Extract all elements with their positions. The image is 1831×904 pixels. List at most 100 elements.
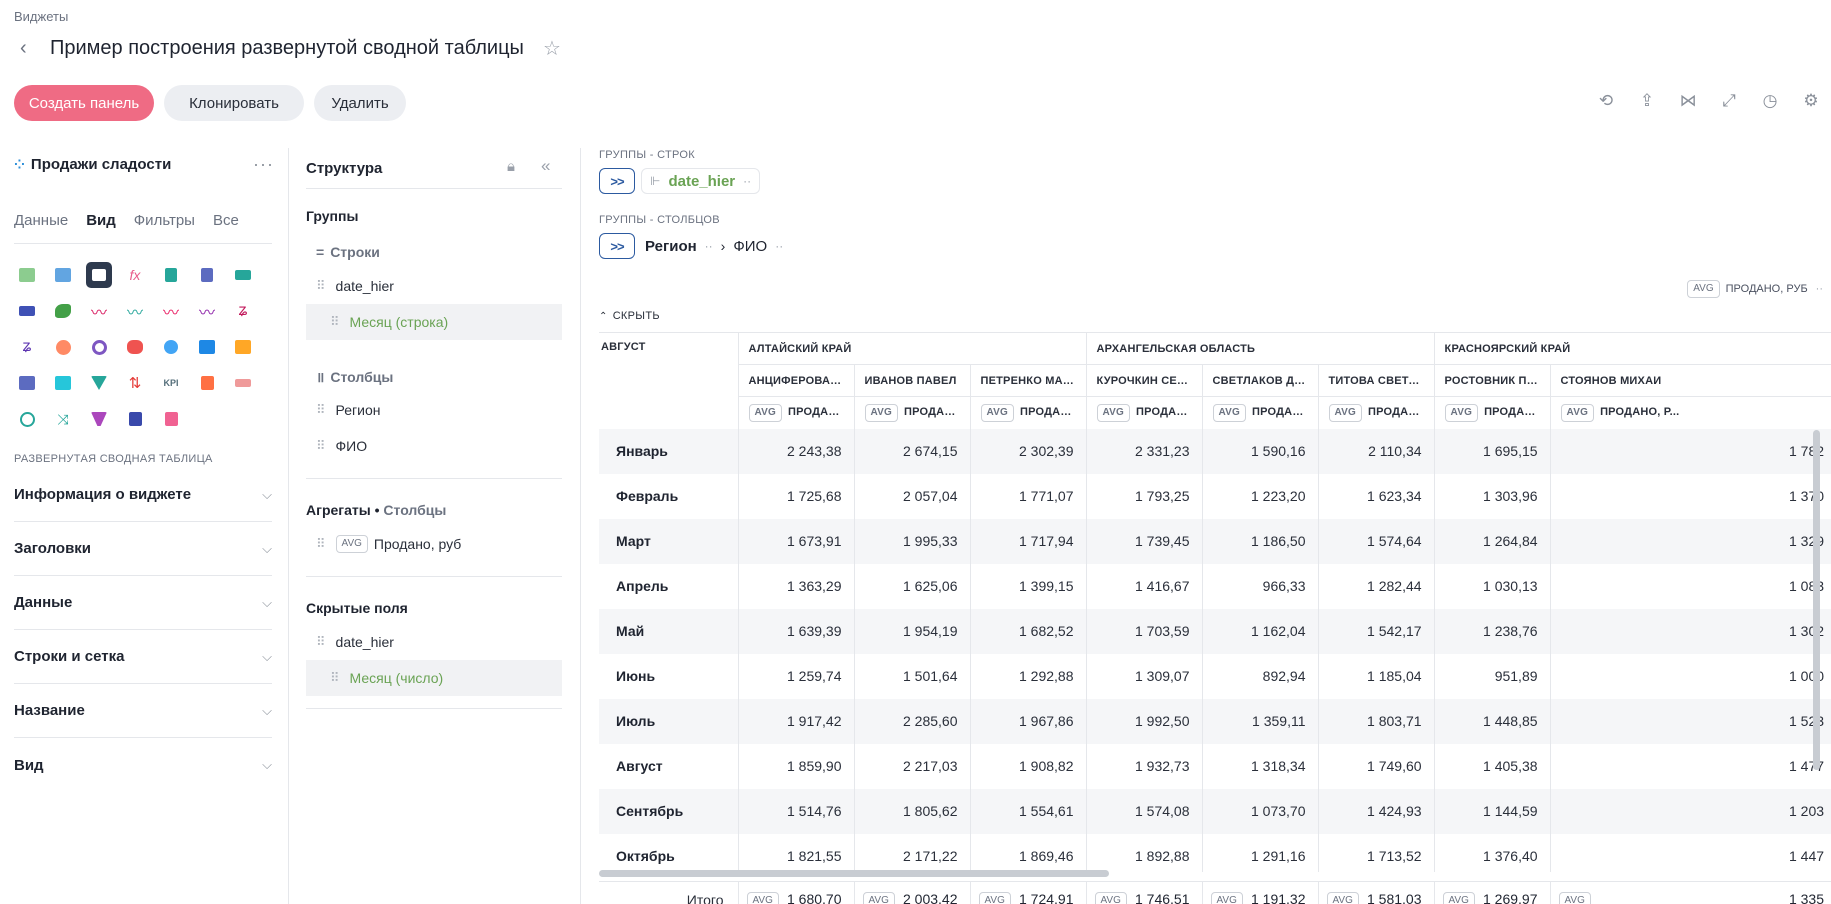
donut-chart-icon[interactable] [86,334,112,360]
breadcrumb[interactable]: Виджеты [14,9,68,24]
html-icon[interactable] [194,370,220,396]
accordion-headers[interactable]: Заголовки ⌵ [14,522,272,576]
map-icon[interactable] [14,370,40,396]
agg-func-badge[interactable]: AVG [862,891,895,904]
agg-func-badge[interactable]: AVG [1442,891,1475,904]
more-icon[interactable]: ··· [253,154,274,175]
waterfall-icon[interactable] [122,406,148,432]
row-field-date-hier[interactable]: ⠿ date_hier [306,268,562,304]
hidden-field-date-hier[interactable]: ⠿ date_hier [306,624,562,660]
drag-handle-icon[interactable]: ⠿ [316,402,326,418]
row-group-chip[interactable]: ⊩ date_hier ·· [641,168,761,194]
col-group-region[interactable]: Регион [645,238,697,255]
expand-toggle-icon[interactable]: >> [599,233,635,259]
agg-func-badge[interactable]: AVG [1096,403,1131,422]
accordion-data[interactable]: Данные ⌵ [14,576,272,630]
lock-icon[interactable]: 🔒︎ [507,158,515,175]
more-icon[interactable]: ·· [775,239,783,253]
hide-toggle[interactable]: ⌃ СКРЫТЬ [599,310,660,322]
agg-func-badge[interactable]: AVG [1560,403,1595,422]
pivot-widget-icon[interactable] [50,262,76,288]
polygon-chart-icon[interactable] [50,298,76,324]
line-chart-icon[interactable]: 〰 [86,298,112,324]
tab-data[interactable]: Данные [14,212,68,229]
drag-handle-icon[interactable]: ⠿ [316,278,326,294]
grouped-column-icon[interactable] [194,262,220,288]
agg-func-badge[interactable]: AVG [746,891,779,904]
accordion-view[interactable]: Вид ⌵ [14,738,272,792]
drag-handle-icon[interactable]: ⠿ [330,314,340,330]
agg-func-badge[interactable]: AVG [1328,403,1363,422]
agg-func-badge[interactable]: AVG [1558,891,1591,904]
more-icon[interactable]: ·· [743,174,751,188]
expand-toggle-icon[interactable]: >> [599,168,635,194]
vertical-scrollbar[interactable] [1813,430,1820,770]
agg-func-badge[interactable]: AVG [1212,403,1247,422]
agg-func-badge[interactable]: AVG [1094,891,1127,904]
graph-icon[interactable]: ⤨ [50,406,76,432]
accordion-name[interactable]: Название ⌵ [14,684,272,738]
combo-line-icon[interactable]: 〰 [194,298,220,324]
column-chart-icon[interactable] [158,262,184,288]
drag-handle-icon[interactable]: ⠿ [316,536,326,552]
table-widget-icon[interactable] [14,262,40,288]
drag-handle-icon[interactable]: ⠿ [316,634,326,650]
funnel-map-icon[interactable] [86,370,112,396]
multi-line-icon[interactable]: 〰 [122,298,148,324]
agg-func-badge[interactable]: AVG [978,891,1011,904]
agg-func-badge[interactable]: AVG [980,403,1015,422]
collapse-icon[interactable]: « [541,156,550,176]
tab-view[interactable]: Вид [86,212,116,229]
sankey-icon[interactable] [50,370,76,396]
tab-all[interactable]: Все [213,212,239,229]
column-field-fio[interactable]: ⠿ ФИО [306,428,562,464]
aggregate-field[interactable]: ⠿ AVG Продано, руб [306,526,562,562]
formula-widget-icon[interactable]: fx [122,262,148,288]
bar-chart-icon[interactable] [230,262,256,288]
step-line-icon[interactable]: 〰 [158,298,184,324]
delete-button[interactable]: Удалить [314,85,406,121]
histogram-icon[interactable] [158,406,184,432]
col-group-fio[interactable]: ФИО [733,238,767,255]
more-icon[interactable]: ·· [705,239,713,253]
settings-icon[interactable]: ⚙ [1800,90,1822,112]
tab-filters[interactable]: Фильтры [134,212,195,229]
clone-button[interactable]: Клонировать [164,85,304,121]
star-icon[interactable]: ☆ [543,37,561,61]
arrows-icon[interactable]: ⇅ [122,370,148,396]
expanded-pivot-widget-icon[interactable] [86,262,112,288]
agg-func-badge[interactable]: AVG [1444,403,1479,422]
agg-func-badge[interactable]: AVG [748,403,783,422]
kpi-icon[interactable]: KPI [158,370,184,396]
create-panel-button[interactable]: Создать панель [14,85,154,121]
expand-icon[interactable]: ⤢ [1718,90,1740,112]
share-icon[interactable]: ⋈ [1677,90,1699,112]
agg-func-badge[interactable]: AVG [1326,891,1359,904]
reset-icon[interactable]: ⟲ [1595,90,1617,112]
stacked-bar-icon[interactable] [14,298,40,324]
column-field-region[interactable]: ⠿ Регион [306,392,562,428]
drag-handle-icon[interactable]: ⠿ [330,670,340,686]
horizontal-scrollbar[interactable] [599,870,1109,877]
heatmap-icon[interactable] [230,334,256,360]
hidden-field-month-num[interactable]: ⠿ Месяц (число) [306,660,562,696]
history-icon[interactable]: ◷ [1759,90,1781,112]
radar-chart-icon[interactable] [122,334,148,360]
back-icon[interactable]: ‹ [20,36,27,60]
gantt-icon[interactable] [230,370,256,396]
upload-icon[interactable]: ⇪ [1636,90,1658,112]
row-field-month[interactable]: ⠿ Месяц (строка) [306,304,562,340]
drag-handle-icon[interactable]: ⠿ [316,438,326,454]
agg-func-badge[interactable]: AVG [864,403,899,422]
spline-chart-icon[interactable]: ʑ [230,298,256,324]
gauge-icon[interactable] [14,406,40,432]
treemap-icon[interactable] [194,334,220,360]
scatter-line-icon[interactable]: ʑ [14,334,40,360]
accordion-widget-info[interactable]: Информация о виджете ⌵ [14,468,272,522]
agg-func-badge[interactable]: AVG [335,535,368,553]
pie-chart-icon[interactable] [50,334,76,360]
agg-func-badge[interactable]: AVG [1210,891,1243,904]
bubble-chart-icon[interactable] [158,334,184,360]
more-icon[interactable]: ·· [1816,283,1823,295]
funnel-icon[interactable] [86,406,112,432]
